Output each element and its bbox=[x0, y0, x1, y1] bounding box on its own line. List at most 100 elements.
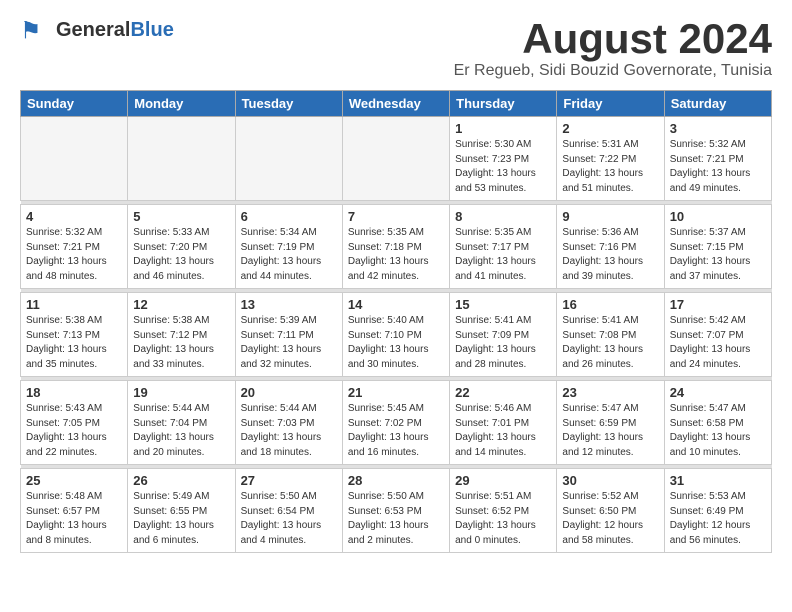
logo: ⚑ General Blue bbox=[20, 16, 174, 44]
col-friday: Friday bbox=[557, 91, 664, 117]
day-number: 28 bbox=[348, 473, 444, 488]
day-info: Sunrise: 5:41 AM Sunset: 7:08 PM Dayligh… bbox=[562, 314, 658, 372]
day-number: 10 bbox=[670, 209, 766, 224]
calendar-week-4: 18 Sunrise: 5:43 AM Sunset: 7:05 PM Dayli… bbox=[21, 381, 772, 465]
day-number: 12 bbox=[133, 297, 229, 312]
calendar-cell bbox=[128, 117, 235, 201]
day-number: 21 bbox=[348, 385, 444, 400]
day-info: Sunrise: 5:31 AM Sunset: 7:22 PM Dayligh… bbox=[562, 138, 658, 196]
day-number: 17 bbox=[670, 297, 766, 312]
day-info: Sunrise: 5:52 AM Sunset: 6:50 PM Dayligh… bbox=[562, 490, 658, 548]
header: ⚑ General Blue August 2024 Er Regueb, Si… bbox=[20, 16, 772, 80]
col-thursday: Thursday bbox=[450, 91, 557, 117]
day-info: Sunrise: 5:47 AM Sunset: 6:59 PM Dayligh… bbox=[562, 402, 658, 460]
svg-text:⚑: ⚑ bbox=[20, 17, 42, 44]
day-number: 23 bbox=[562, 385, 658, 400]
location-subtitle: Er Regueb, Sidi Bouzid Governorate, Tuni… bbox=[454, 62, 772, 80]
day-info: Sunrise: 5:35 AM Sunset: 7:17 PM Dayligh… bbox=[455, 226, 551, 284]
calendar-cell: 12 Sunrise: 5:38 AM Sunset: 7:12 PM Dayli… bbox=[128, 293, 235, 377]
day-info: Sunrise: 5:39 AM Sunset: 7:11 PM Dayligh… bbox=[241, 314, 337, 372]
calendar-cell: 26 Sunrise: 5:49 AM Sunset: 6:55 PM Dayli… bbox=[128, 469, 235, 553]
day-info: Sunrise: 5:50 AM Sunset: 6:53 PM Dayligh… bbox=[348, 490, 444, 548]
day-info: Sunrise: 5:38 AM Sunset: 7:12 PM Dayligh… bbox=[133, 314, 229, 372]
day-number: 18 bbox=[26, 385, 122, 400]
calendar-cell: 1 Sunrise: 5:30 AM Sunset: 7:23 PM Daylig… bbox=[450, 117, 557, 201]
day-info: Sunrise: 5:46 AM Sunset: 7:01 PM Dayligh… bbox=[455, 402, 551, 460]
day-number: 7 bbox=[348, 209, 444, 224]
day-info: Sunrise: 5:50 AM Sunset: 6:54 PM Dayligh… bbox=[241, 490, 337, 548]
logo-general: General bbox=[56, 19, 130, 42]
day-info: Sunrise: 5:49 AM Sunset: 6:55 PM Dayligh… bbox=[133, 490, 229, 548]
day-info: Sunrise: 5:30 AM Sunset: 7:23 PM Dayligh… bbox=[455, 138, 551, 196]
day-number: 26 bbox=[133, 473, 229, 488]
day-number: 11 bbox=[26, 297, 122, 312]
calendar-cell: 8 Sunrise: 5:35 AM Sunset: 7:17 PM Daylig… bbox=[450, 205, 557, 289]
day-number: 15 bbox=[455, 297, 551, 312]
day-info: Sunrise: 5:47 AM Sunset: 6:58 PM Dayligh… bbox=[670, 402, 766, 460]
day-number: 8 bbox=[455, 209, 551, 224]
calendar-cell: 22 Sunrise: 5:46 AM Sunset: 7:01 PM Dayli… bbox=[450, 381, 557, 465]
calendar-cell bbox=[342, 117, 449, 201]
day-number: 1 bbox=[455, 121, 551, 136]
day-info: Sunrise: 5:43 AM Sunset: 7:05 PM Dayligh… bbox=[26, 402, 122, 460]
day-number: 9 bbox=[562, 209, 658, 224]
day-info: Sunrise: 5:36 AM Sunset: 7:16 PM Dayligh… bbox=[562, 226, 658, 284]
calendar-cell: 24Sunrise: 5:47 AM Sunset: 6:58 PM Dayli… bbox=[664, 381, 771, 465]
calendar-cell: 14Sunrise: 5:40 AM Sunset: 7:10 PM Dayli… bbox=[342, 293, 449, 377]
calendar-cell: 15 Sunrise: 5:41 AM Sunset: 7:09 PM Dayli… bbox=[450, 293, 557, 377]
day-number: 20 bbox=[241, 385, 337, 400]
calendar-cell: 23 Sunrise: 5:47 AM Sunset: 6:59 PM Dayli… bbox=[557, 381, 664, 465]
calendar-week-3: 11 Sunrise: 5:38 AM Sunset: 7:13 PM Dayli… bbox=[21, 293, 772, 377]
day-number: 14 bbox=[348, 297, 444, 312]
calendar-cell: 11 Sunrise: 5:38 AM Sunset: 7:13 PM Dayli… bbox=[21, 293, 128, 377]
day-info: Sunrise: 5:51 AM Sunset: 6:52 PM Dayligh… bbox=[455, 490, 551, 548]
title-section: August 2024 Er Regueb, Sidi Bouzid Gover… bbox=[454, 16, 772, 80]
col-monday: Monday bbox=[128, 91, 235, 117]
day-info: Sunrise: 5:35 AM Sunset: 7:18 PM Dayligh… bbox=[348, 226, 444, 284]
calendar-cell bbox=[21, 117, 128, 201]
day-info: Sunrise: 5:44 AM Sunset: 7:03 PM Dayligh… bbox=[241, 402, 337, 460]
calendar-cell: 2Sunrise: 5:31 AM Sunset: 7:22 PM Daylig… bbox=[557, 117, 664, 201]
calendar-week-1: 1 Sunrise: 5:30 AM Sunset: 7:23 PM Daylig… bbox=[21, 117, 772, 201]
calendar-cell: 20 Sunrise: 5:44 AM Sunset: 7:03 PM Dayli… bbox=[235, 381, 342, 465]
month-title: August 2024 bbox=[454, 16, 772, 62]
day-info: Sunrise: 5:38 AM Sunset: 7:13 PM Dayligh… bbox=[26, 314, 122, 372]
day-info: Sunrise: 5:45 AM Sunset: 7:02 PM Dayligh… bbox=[348, 402, 444, 460]
col-wednesday: Wednesday bbox=[342, 91, 449, 117]
calendar-cell: 25 Sunrise: 5:48 AM Sunset: 6:57 PM Dayli… bbox=[21, 469, 128, 553]
calendar-header-row: Sunday Monday Tuesday Wednesday Thursday… bbox=[21, 91, 772, 117]
calendar-week-2: 4 Sunrise: 5:32 AM Sunset: 7:21 PM Daylig… bbox=[21, 205, 772, 289]
calendar-cell: 18 Sunrise: 5:43 AM Sunset: 7:05 PM Dayli… bbox=[21, 381, 128, 465]
day-info: Sunrise: 5:44 AM Sunset: 7:04 PM Dayligh… bbox=[133, 402, 229, 460]
calendar-week-5: 25 Sunrise: 5:48 AM Sunset: 6:57 PM Dayli… bbox=[21, 469, 772, 553]
calendar-cell: 6Sunrise: 5:34 AM Sunset: 7:19 PM Daylig… bbox=[235, 205, 342, 289]
day-info: Sunrise: 5:53 AM Sunset: 6:49 PM Dayligh… bbox=[670, 490, 766, 548]
day-info: Sunrise: 5:48 AM Sunset: 6:57 PM Dayligh… bbox=[26, 490, 122, 548]
calendar-table: Sunday Monday Tuesday Wednesday Thursday… bbox=[20, 90, 772, 553]
day-number: 4 bbox=[26, 209, 122, 224]
col-sunday: Sunday bbox=[21, 91, 128, 117]
day-info: Sunrise: 5:37 AM Sunset: 7:15 PM Dayligh… bbox=[670, 226, 766, 284]
logo-text: General Blue bbox=[56, 19, 174, 42]
calendar-cell: 31Sunrise: 5:53 AM Sunset: 6:49 PM Dayli… bbox=[664, 469, 771, 553]
day-number: 29 bbox=[455, 473, 551, 488]
calendar-cell: 10 Sunrise: 5:37 AM Sunset: 7:15 PM Dayli… bbox=[664, 205, 771, 289]
calendar-cell: 5Sunrise: 5:33 AM Sunset: 7:20 PM Daylig… bbox=[128, 205, 235, 289]
day-number: 25 bbox=[26, 473, 122, 488]
day-number: 27 bbox=[241, 473, 337, 488]
day-info: Sunrise: 5:33 AM Sunset: 7:20 PM Dayligh… bbox=[133, 226, 229, 284]
day-info: Sunrise: 5:32 AM Sunset: 7:21 PM Dayligh… bbox=[26, 226, 122, 284]
calendar-cell: 17 Sunrise: 5:42 AM Sunset: 7:07 PM Dayli… bbox=[664, 293, 771, 377]
day-info: Sunrise: 5:42 AM Sunset: 7:07 PM Dayligh… bbox=[670, 314, 766, 372]
calendar-cell: 19Sunrise: 5:44 AM Sunset: 7:04 PM Dayli… bbox=[128, 381, 235, 465]
calendar-cell: 16Sunrise: 5:41 AM Sunset: 7:08 PM Dayli… bbox=[557, 293, 664, 377]
logo-blue: Blue bbox=[130, 19, 173, 42]
day-number: 13 bbox=[241, 297, 337, 312]
calendar-cell: 27 Sunrise: 5:50 AM Sunset: 6:54 PM Dayli… bbox=[235, 469, 342, 553]
day-info: Sunrise: 5:41 AM Sunset: 7:09 PM Dayligh… bbox=[455, 314, 551, 372]
page: ⚑ General Blue August 2024 Er Regueb, Si… bbox=[0, 0, 792, 569]
calendar-cell: 4 Sunrise: 5:32 AM Sunset: 7:21 PM Daylig… bbox=[21, 205, 128, 289]
calendar-cell: 21 Sunrise: 5:45 AM Sunset: 7:02 PM Dayli… bbox=[342, 381, 449, 465]
calendar-cell: 28 Sunrise: 5:50 AM Sunset: 6:53 PM Dayli… bbox=[342, 469, 449, 553]
day-number: 22 bbox=[455, 385, 551, 400]
